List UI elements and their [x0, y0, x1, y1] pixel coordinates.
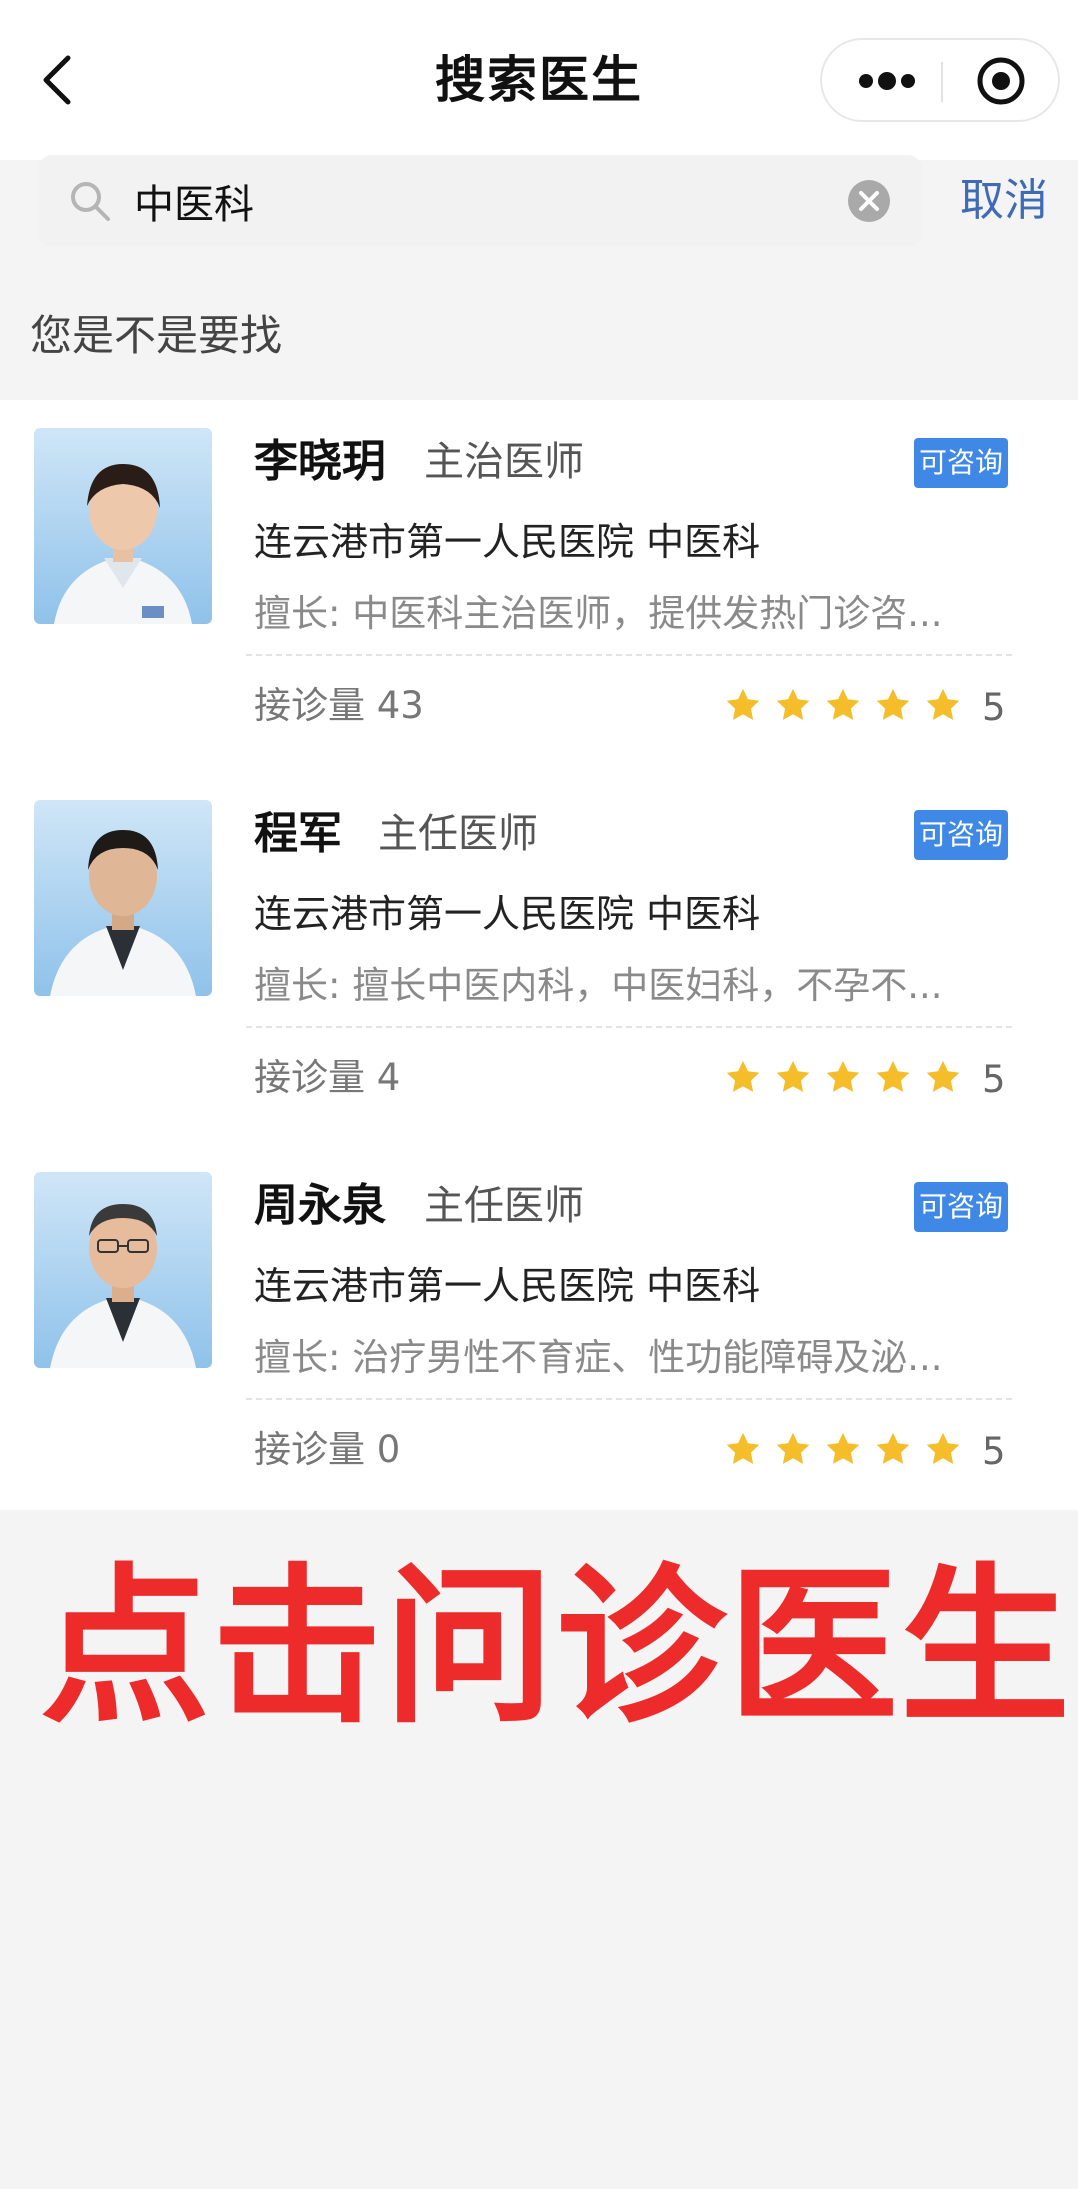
close-mini-program-button[interactable] — [974, 54, 1028, 108]
star-rating — [724, 686, 974, 726]
consult-available-badge[interactable]: 可咨询 — [914, 438, 1008, 488]
doctor-card[interactable]: 李晓玥 主治医师 可咨询 连云港市第一人民医院 中医科 擅长: 中医科主治医师，… — [0, 400, 1078, 770]
doctor-specialty: 擅长: 治疗男性不育症、性功能障碍及泌... — [254, 1336, 943, 1379]
consultation-count: 接诊量 43 — [254, 684, 424, 727]
search-icon — [71, 182, 110, 221]
capsule-divider — [941, 62, 943, 102]
top-nav-bar: 搜索医生 — [0, 0, 1078, 160]
star-icon — [926, 688, 960, 720]
doctor-title: 主治医师 — [424, 439, 584, 485]
doctor-photo-male — [34, 800, 212, 996]
cancel-search-link[interactable]: 取消 — [960, 170, 1048, 232]
consult-available-badge[interactable]: 可咨询 — [914, 810, 1008, 860]
doctor-photo-female — [34, 428, 212, 624]
star-icon — [876, 688, 910, 720]
rating-score: 5 — [982, 1058, 1006, 1101]
doctor-specialty: 擅长: 擅长中医内科，中医妇科，不孕不... — [254, 964, 943, 1007]
star-icon — [726, 1432, 760, 1464]
doctor-title: 主任医师 — [424, 1183, 584, 1229]
consultation-count: 接诊量 0 — [254, 1428, 401, 1471]
doctor-hospital: 连云港市第一人民医院 中医科 — [254, 892, 761, 936]
rating-score: 5 — [982, 1430, 1006, 1473]
doctor-card[interactable]: 周永泉 主任医师 可咨询 连云港市第一人民医院 中医科 擅长: 治疗男性不育症、… — [0, 1144, 1078, 1514]
clear-x-icon — [859, 191, 879, 211]
more-button[interactable] — [852, 58, 922, 104]
consultation-count: 接诊量 4 — [254, 1056, 401, 1099]
doctor-avatar — [34, 800, 212, 996]
search-bar — [38, 155, 922, 247]
dashed-divider — [246, 1026, 1012, 1028]
doctor-name: 程军 — [254, 808, 342, 859]
star-icon — [826, 688, 860, 720]
target-close-icon — [977, 57, 1025, 105]
rating-score: 5 — [982, 686, 1006, 729]
doctor-list: 李晓玥 主治医师 可咨询 连云港市第一人民医院 中医科 擅长: 中医科主治医师，… — [0, 400, 1078, 1510]
dashed-divider — [246, 1398, 1012, 1400]
star-icon — [726, 1060, 760, 1092]
doctor-hospital: 连云港市第一人民医院 中医科 — [254, 520, 761, 564]
suggestion-heading: 您是不是要找 — [30, 311, 283, 360]
more-dots-icon — [859, 72, 915, 90]
clear-search-button[interactable] — [848, 180, 890, 222]
star-rating — [724, 1058, 974, 1098]
star-icon — [926, 1432, 960, 1464]
doctor-photo-male-glasses — [34, 1172, 212, 1368]
doctor-avatar — [34, 1172, 212, 1368]
star-icon — [926, 1060, 960, 1092]
doctor-title: 主任医师 — [378, 811, 538, 857]
star-icon — [776, 1060, 810, 1092]
mini-program-capsule — [820, 38, 1060, 122]
doctor-name: 周永泉 — [254, 1180, 386, 1231]
star-icon — [826, 1060, 860, 1092]
star-icon — [776, 1432, 810, 1464]
doctor-name: 李晓玥 — [254, 436, 386, 487]
star-rating — [724, 1430, 974, 1470]
doctor-specialty: 擅长: 中医科主治医师，提供发热门诊咨... — [254, 592, 943, 635]
doctor-hospital: 连云港市第一人民医院 中医科 — [254, 1264, 761, 1308]
doctor-card[interactable]: 程军 主任医师 可咨询 连云港市第一人民医院 中医科 擅长: 擅长中医内科，中医… — [0, 772, 1078, 1142]
star-icon — [826, 1432, 860, 1464]
star-icon — [726, 688, 760, 720]
search-input[interactable] — [124, 165, 844, 237]
cta-annotation: 点击问诊医生 — [40, 1549, 1073, 1747]
star-icon — [776, 688, 810, 720]
star-icon — [876, 1060, 910, 1092]
consult-available-badge[interactable]: 可咨询 — [914, 1182, 1008, 1232]
star-icon — [876, 1432, 910, 1464]
dashed-divider — [246, 654, 1012, 656]
doctor-avatar — [34, 428, 212, 624]
